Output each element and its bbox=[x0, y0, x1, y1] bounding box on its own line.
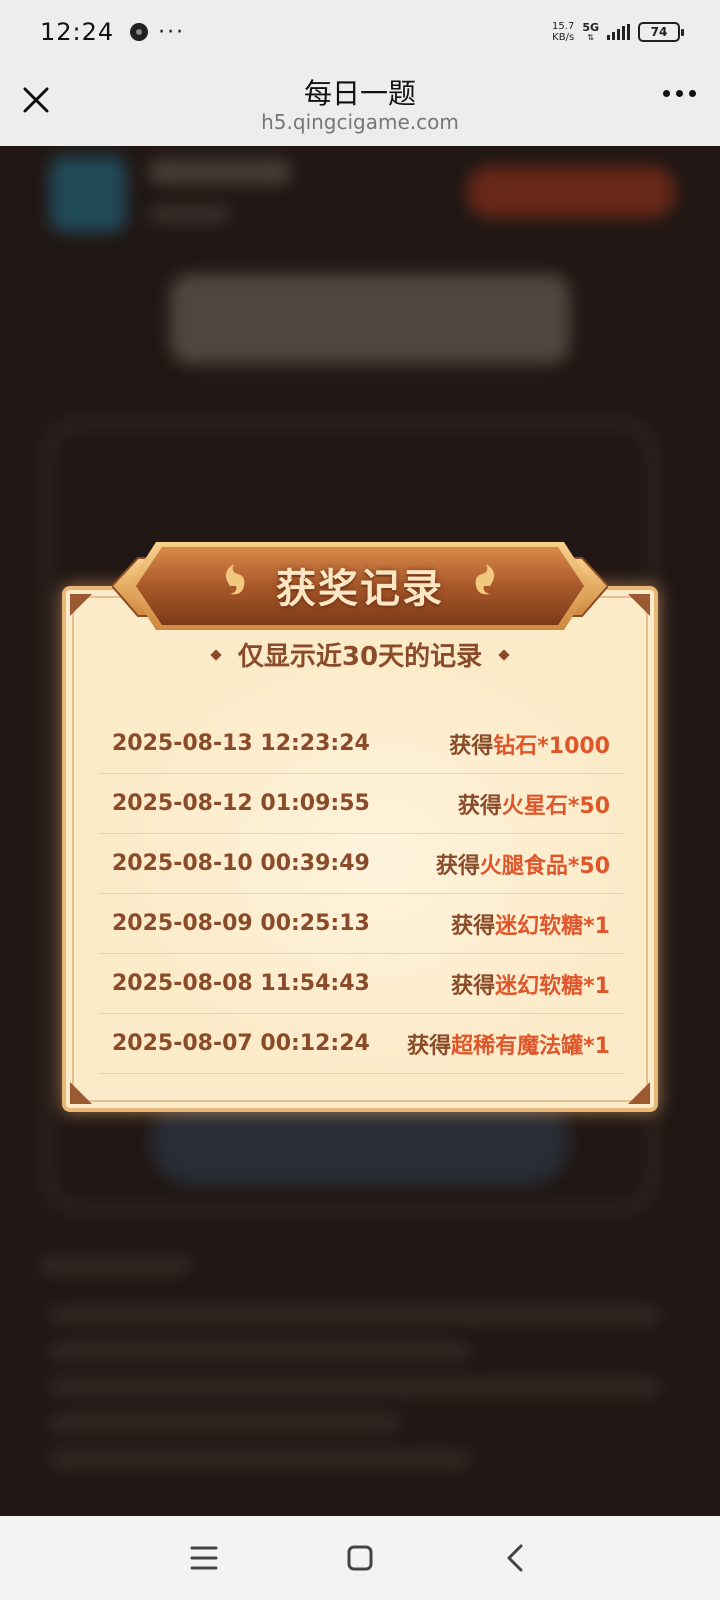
status-bar: 12:24 ··· 15.7 KB/s 5G ⇅ 74 bbox=[0, 0, 720, 64]
battery-icon: 74 bbox=[638, 22, 684, 42]
record-time: 2025-08-09 00:25:13 bbox=[112, 911, 370, 936]
reward-prefix: 获得 bbox=[451, 913, 496, 939]
battery-level: 74 bbox=[650, 25, 668, 39]
record-reward: 获得迷幻软糖*1 bbox=[451, 908, 610, 940]
back-chevron-icon[interactable] bbox=[496, 1538, 536, 1578]
list-item: 2025-08-09 00:25:13 获得迷幻软糖*1 bbox=[98, 894, 624, 954]
list-item: 2025-08-08 11:54:43 获得迷幻软糖*1 bbox=[98, 954, 624, 1014]
record-time: 2025-08-10 00:39:49 bbox=[112, 851, 370, 876]
page-title: 每日一题 bbox=[303, 77, 416, 110]
record-reward: 获得火星石*50 bbox=[458, 788, 610, 820]
list-item: 2025-08-07 00:12:24 获得超稀有魔法罐*1 bbox=[98, 1014, 624, 1074]
list-item: 2025-08-13 12:23:24 获得钻石*1000 bbox=[98, 714, 624, 774]
menu-lines-icon[interactable] bbox=[184, 1538, 224, 1578]
network-speed-unit: KB/s bbox=[552, 32, 575, 43]
record-reward: 获得钻石*1000 bbox=[449, 728, 610, 760]
list-item: 2025-08-10 00:39:49 获得火腿食品*50 bbox=[98, 834, 624, 894]
modal-title: 获奖记录 bbox=[276, 566, 444, 612]
record-time: 2025-08-07 00:12:24 bbox=[112, 1031, 370, 1056]
corner-ornament bbox=[70, 594, 92, 616]
reward-item: 迷幻软糖*1 bbox=[495, 913, 610, 939]
record-list: 2025-08-13 12:23:24 获得钻石*1000 2025-08-12… bbox=[98, 714, 624, 1074]
diamond-icon bbox=[498, 648, 510, 661]
corner-ornament bbox=[628, 594, 650, 616]
record-reward: 获得超稀有魔法罐*1 bbox=[407, 1028, 610, 1060]
reward-item: 迷幻软糖*1 bbox=[495, 973, 610, 999]
modal-subtitle: 仅显示近30天的记录 bbox=[0, 636, 720, 673]
reward-item: 火腿食品*50 bbox=[479, 853, 610, 879]
record-reward: 获得迷幻软糖*1 bbox=[451, 968, 610, 1000]
reward-item: 火星石*50 bbox=[501, 793, 610, 819]
record-time: 2025-08-13 12:23:24 bbox=[112, 731, 370, 756]
corner-ornament bbox=[628, 1082, 650, 1104]
modal-title-banner: 获奖记录 bbox=[110, 542, 610, 634]
reward-prefix: 获得 bbox=[451, 973, 496, 999]
browser-nav-bar: 每日一题 h5.qingcigame.com bbox=[0, 64, 720, 146]
reward-item: 钻石*1000 bbox=[493, 733, 610, 759]
reward-prefix: 获得 bbox=[435, 853, 480, 879]
network-speed-value: 15.7 bbox=[552, 21, 575, 32]
status-more-indicator: ··· bbox=[158, 19, 186, 45]
system-nav-bar bbox=[0, 1516, 720, 1600]
home-square-icon[interactable] bbox=[340, 1538, 380, 1578]
signal-icon bbox=[607, 24, 630, 40]
list-item: 2025-08-12 01:09:55 获得火星石*50 bbox=[98, 774, 624, 834]
reward-prefix: 获得 bbox=[449, 733, 494, 759]
data-arrows-icon: ⇅ bbox=[587, 33, 594, 42]
status-time: 12:24 bbox=[40, 18, 115, 46]
status-indicators: 15.7 KB/s 5G ⇅ 74 bbox=[552, 21, 684, 43]
record-time: 2025-08-08 11:54:43 bbox=[112, 971, 370, 996]
more-dots-icon[interactable] bbox=[663, 90, 696, 97]
reward-prefix: 获得 bbox=[457, 793, 502, 819]
subtitle-text: 仅显示近30天的记录 bbox=[237, 642, 483, 672]
notification-app-icon bbox=[130, 23, 149, 41]
reward-item: 超稀有魔法罐*1 bbox=[451, 1033, 610, 1059]
network-speed: 15.7 KB/s bbox=[552, 21, 574, 43]
reward-prefix: 获得 bbox=[407, 1033, 452, 1059]
record-time: 2025-08-12 01:09:55 bbox=[112, 791, 370, 816]
corner-ornament bbox=[70, 1082, 92, 1104]
diamond-icon bbox=[210, 648, 222, 661]
network-type-group: 5G ⇅ bbox=[582, 22, 599, 42]
page-url: h5.qingcigame.com bbox=[261, 110, 459, 134]
record-reward: 获得火腿食品*50 bbox=[436, 848, 610, 880]
